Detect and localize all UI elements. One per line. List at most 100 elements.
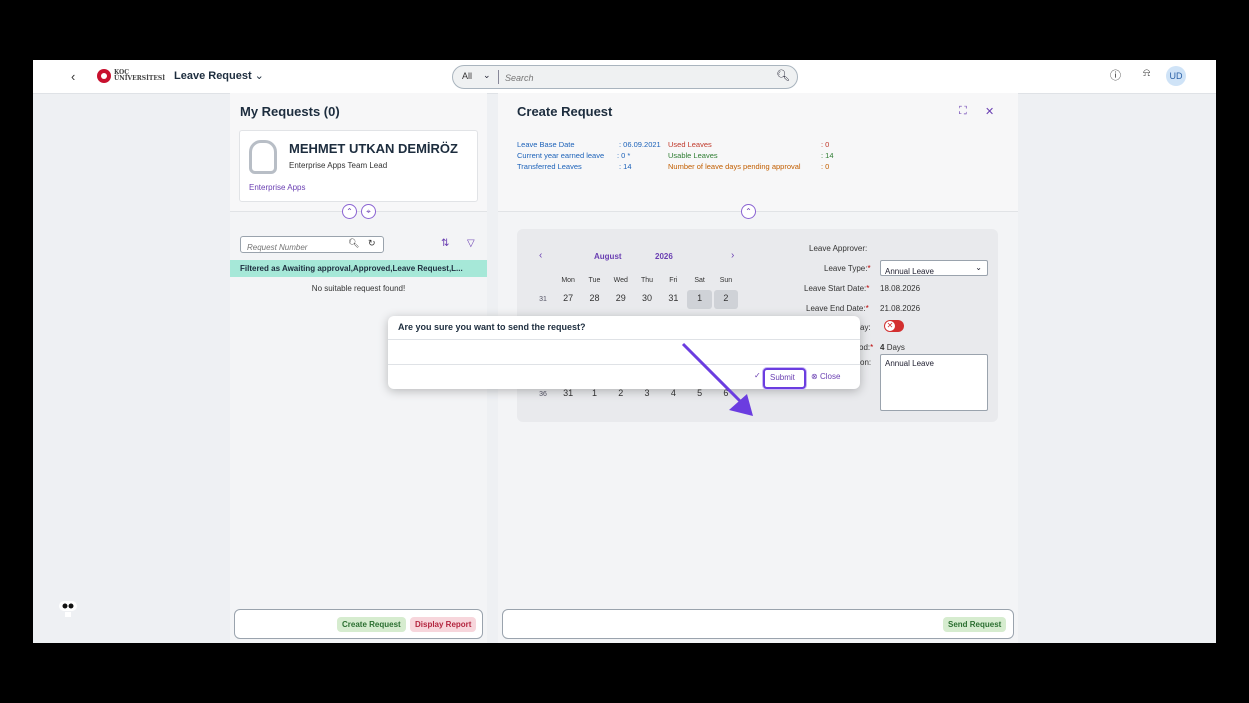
right-footer-toolbar: Send Request — [502, 609, 1014, 639]
search-icon[interactable]: 🔍︎ — [776, 69, 790, 82]
half-day-label: ay: — [860, 323, 871, 332]
submit-label: Submit — [770, 373, 795, 382]
refresh-icon[interactable]: ↻ — [368, 238, 376, 249]
close-label: Close — [819, 372, 841, 381]
calendar-year-button[interactable]: 2026 — [655, 252, 673, 261]
sort-icon[interactable]: ⇅ — [441, 238, 449, 249]
create-request-button[interactable]: Create Request — [337, 617, 406, 632]
calendar-month-button[interactable]: August — [594, 252, 622, 261]
leave-type-value: Annual Leave — [885, 267, 934, 276]
collapse-header-button[interactable]: ⌃ — [342, 204, 357, 219]
search-input[interactable] — [503, 69, 757, 86]
leave-period-label-text: od: — [859, 343, 871, 352]
half-day-toggle[interactable]: ✕ — [884, 320, 904, 332]
submit-button[interactable]: Submit — [763, 368, 806, 389]
dialog-divider — [388, 339, 860, 340]
assistant-robot-icon[interactable] — [57, 597, 79, 619]
profile-department-link[interactable]: Enterprise Apps — [249, 183, 305, 192]
filter-icon[interactable]: ▽ — [467, 238, 475, 249]
calendar-day-weekend[interactable]: 2 — [713, 290, 739, 309]
leave-type-select[interactable]: Annual Leave ⌄ — [880, 260, 988, 276]
leave-period-label: od:* — [859, 343, 874, 352]
calendar-day[interactable]: 28 — [582, 290, 606, 309]
used-leaves-label: Used Leaves — [668, 140, 712, 149]
leave-end-label: Leave End Date:* — [806, 304, 869, 313]
earned-leave-value: : 0 * — [617, 151, 631, 160]
pending-days-value: : 0 — [821, 162, 830, 171]
help-icon[interactable]: ⓘ — [1110, 67, 1121, 83]
weekday-header-row: Mon Tue Wed Thu Fri Sat Sun — [531, 271, 739, 290]
weekday-header: Mon — [561, 277, 575, 284]
calendar-day[interactable]: 29 — [609, 290, 633, 309]
create-request-header: Create Request ⛶ ✕ Leave Base Date : 06.… — [498, 93, 1018, 219]
calendar-day[interactable]: 27 — [556, 290, 580, 309]
shell-bar: ‹ KOÇÜNİVERSİTESİ Leave Request⌄ All ⌄ 🔍… — [33, 60, 1216, 94]
explanation-label: on: — [860, 358, 872, 367]
filter-info-bar[interactable]: Filtered as Awaiting approval,Approved,L… — [230, 260, 487, 277]
fullscreen-icon[interactable]: ⛶ — [959, 105, 967, 118]
global-search: All ⌄ 🔍︎ — [452, 65, 798, 89]
weekday-header: Thu — [641, 277, 654, 284]
leave-type-label: Leave Type:* — [824, 264, 871, 273]
app-title-menu[interactable]: Leave Request ⌄ — [174, 69, 264, 82]
profile-card: MEHMET UTKAN DEMİRÖZ Enterprise Apps Tea… — [239, 130, 478, 202]
close-circle-icon: ⊗ — [811, 372, 818, 381]
transferred-leaves-label: Transferred Leaves — [517, 162, 582, 171]
calendar-day[interactable]: 31 — [661, 290, 685, 309]
leave-base-date-label: Leave Base Date — [517, 140, 575, 149]
weekday-header: Tue — [588, 277, 601, 284]
my-requests-header: My Requests (0) MEHMET UTKAN DEMİRÖZ Ent… — [230, 93, 487, 219]
leave-end-label-text: Leave End Date: — [806, 304, 866, 313]
calendar-day-weekend[interactable]: 1 — [687, 290, 712, 309]
my-requests-title: My Requests (0) — [240, 104, 340, 119]
bell-icon[interactable]: ⍾ — [1143, 67, 1150, 80]
profile-role: Enterprise Apps Team Lead — [289, 161, 388, 170]
back-button[interactable]: ‹ — [71, 69, 75, 84]
logo-text: KOÇ ÜNİVERSİTESİ — [114, 69, 166, 82]
collapse-header-button[interactable]: ⌃ — [741, 204, 756, 219]
close-icon[interactable]: ✕ — [985, 105, 994, 118]
previous-month-button[interactable]: ‹ — [539, 250, 542, 261]
send-request-button[interactable]: Send Request — [943, 617, 1007, 632]
leave-start-label-text: Leave Start Date: — [804, 284, 867, 293]
leave-end-value[interactable]: 21.08.2026 — [880, 304, 920, 313]
leave-base-date-value: : 06.09.2021 — [619, 140, 661, 149]
confirmation-dialog: Are you sure you want to send the reques… — [388, 316, 860, 389]
weekday-header: Sun — [719, 277, 733, 284]
week-number-header — [531, 271, 555, 290]
user-avatar[interactable]: UD — [1166, 66, 1186, 86]
create-request-title: Create Request — [517, 104, 613, 119]
university-logo[interactable]: KOÇ ÜNİVERSİTESİ — [97, 69, 165, 83]
chevron-down-icon: ⌄ — [254, 70, 264, 82]
explanation-value: Annual Leave — [885, 359, 934, 368]
close-dialog-button[interactable]: ⊗ Close — [811, 372, 840, 381]
next-month-button[interactable]: › — [731, 250, 734, 261]
calendar-day[interactable]: 30 — [635, 290, 659, 309]
search-separator — [498, 70, 499, 84]
app-title: Leave Request — [174, 70, 252, 82]
weekday-header: Fri — [669, 277, 678, 284]
transferred-leaves-value: : 14 — [619, 162, 632, 171]
leave-start-value[interactable]: 18.08.2026 — [880, 284, 920, 293]
profile-name: MEHMET UTKAN DEMİRÖZ — [289, 141, 458, 156]
left-footer-toolbar: Create Request Display Report — [234, 609, 483, 639]
chevron-down-icon: ⌄ — [975, 263, 982, 272]
leave-period-value: 4 Days — [880, 343, 905, 352]
leave-start-label: Leave Start Date:* — [804, 284, 870, 293]
leave-period-number: 4 — [880, 343, 885, 352]
earned-leave-label: Current year earned leave — [517, 151, 605, 160]
search-scope[interactable]: All — [462, 71, 472, 81]
usable-leaves-label: Usable Leaves — [668, 151, 718, 160]
annotation-arrow-icon — [681, 342, 753, 416]
chevron-down-icon[interactable]: ⌄ — [483, 70, 491, 81]
leave-period-unit: Days — [886, 343, 905, 352]
display-report-button[interactable]: Display Report — [410, 617, 477, 632]
leave-type-label-text: Leave Type: — [824, 264, 868, 273]
used-leaves-value: : 0 — [821, 140, 830, 149]
dialog-title: Are you sure you want to send the reques… — [398, 322, 586, 332]
request-number-input[interactable] — [245, 240, 344, 255]
pin-header-button[interactable]: ⌖ — [361, 204, 376, 219]
search-icon[interactable]: 🔍︎ — [348, 238, 359, 249]
week-number: 31 — [539, 296, 547, 303]
explanation-textarea[interactable]: Annual Leave — [880, 354, 988, 411]
